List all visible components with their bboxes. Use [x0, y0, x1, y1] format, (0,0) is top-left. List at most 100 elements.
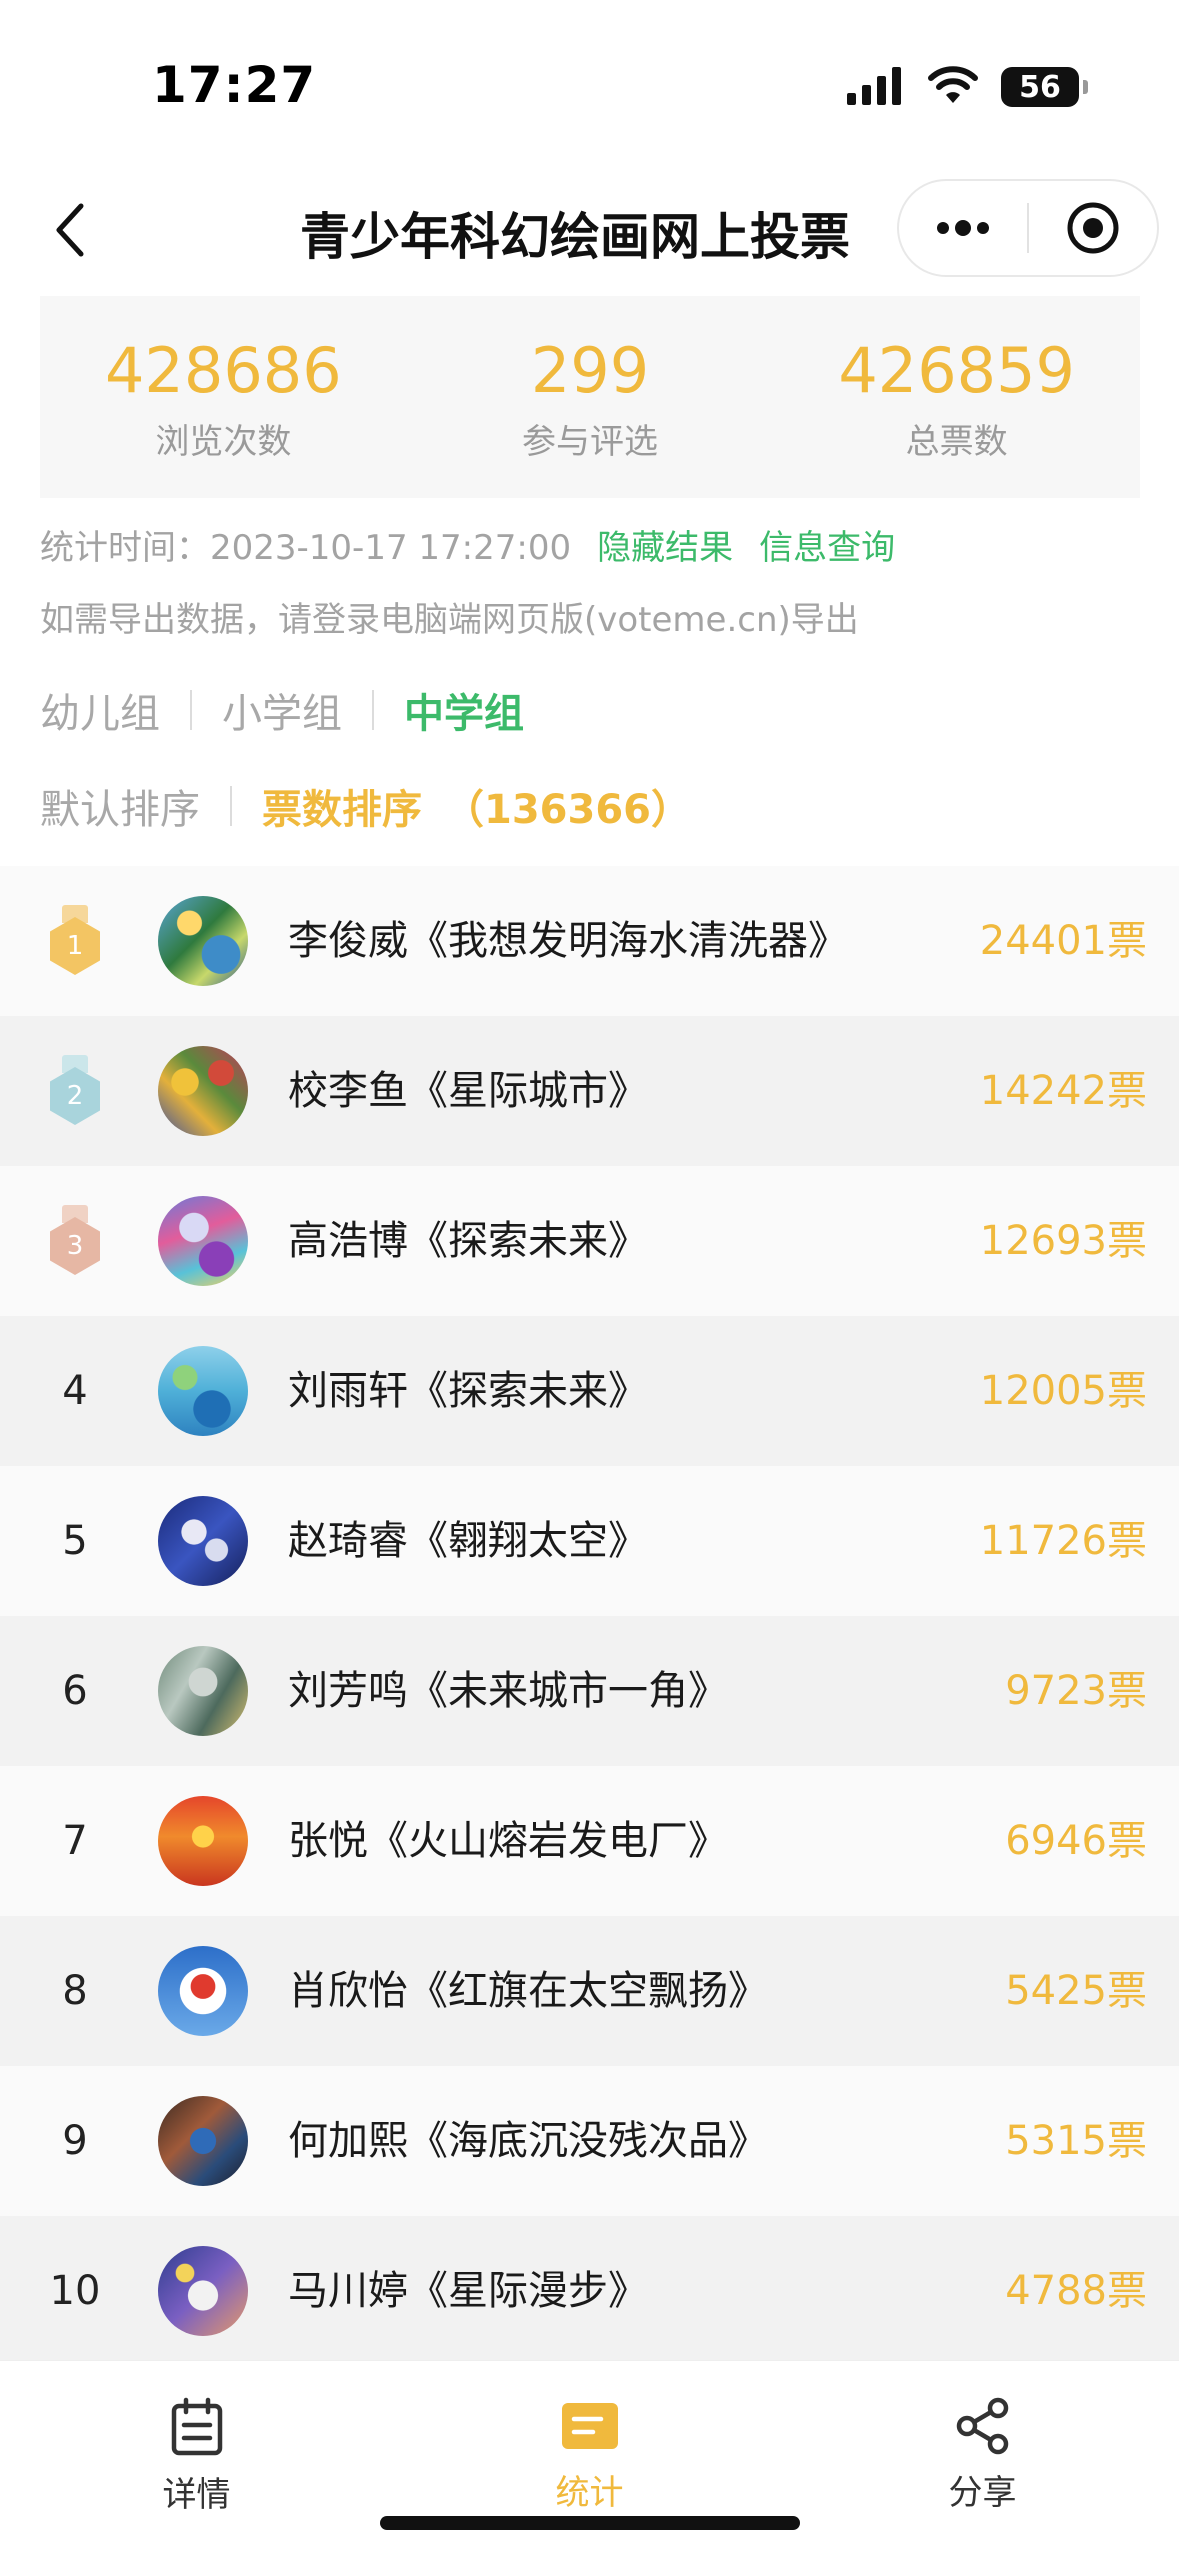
back-button[interactable]	[36, 195, 106, 265]
artwork-thumbnail	[158, 1046, 248, 1136]
stats-icon	[561, 2403, 618, 2449]
artwork-thumbnail	[158, 1346, 248, 1436]
info-query-link[interactable]: 信息查询	[759, 528, 895, 568]
tab-divider	[372, 690, 374, 730]
rank-number: 8	[62, 1968, 88, 2014]
status-icons: 56	[845, 62, 1088, 112]
wifi-icon	[927, 65, 979, 109]
vote-count: 6946票	[1005, 1818, 1147, 1864]
tab-label: 统计	[555, 2473, 624, 2513]
stat-time-line: 统计时间：2023-10-17 17:27:00 隐藏结果 信息查询	[40, 520, 895, 569]
close-miniprogram-button[interactable]	[1029, 181, 1157, 275]
entry-title: 刘雨轩《探索未来》	[288, 1368, 648, 1414]
gold-medal-icon: 1	[50, 905, 100, 977]
share-icon	[956, 2397, 1008, 2455]
rank-number: 5	[62, 1518, 88, 1564]
entry-title: 刘芳鸣《未来城市一角》	[288, 1668, 728, 1714]
list-item[interactable]: 3 高浩博《探索未来》 12693票	[0, 1166, 1179, 1316]
tab-middle-school[interactable]: 中学组	[404, 681, 524, 739]
entry-title: 校李鱼《星际城市》	[288, 1068, 648, 1114]
list-item[interactable]: 9 何加熙《海底沉没残次品》 5315票	[0, 2066, 1179, 2216]
vote-count: 14242票	[979, 1068, 1147, 1114]
vote-count: 5425票	[1005, 1968, 1147, 2014]
artwork-thumbnail	[158, 1946, 248, 2036]
battery-icon: 56	[1001, 67, 1088, 107]
vote-count: 12693票	[979, 1218, 1147, 1264]
tab-share[interactable]: 分享	[786, 2361, 1179, 2556]
silver-medal-icon: 2	[50, 1055, 100, 1127]
list-item[interactable]: 1 李俊威《我想发明海水清洗器》 24401票	[0, 866, 1179, 1016]
rank-number: 4	[62, 1368, 88, 1414]
artwork-thumbnail	[158, 1496, 248, 1586]
list-item[interactable]: 8 肖欣怡《红旗在太空飘扬》 5425票	[0, 1916, 1179, 2066]
status-bar: 17:27 56	[0, 0, 1179, 170]
export-note: 如需导出数据，请登录电脑端网页版(voteme.cn)导出	[40, 600, 859, 640]
list-item[interactable]: 2 校李鱼《星际城市》 14242票	[0, 1016, 1179, 1166]
vote-count: 11726票	[979, 1518, 1147, 1564]
mini-program-capsule	[897, 179, 1159, 277]
stat-value: 426859	[838, 333, 1076, 407]
hide-results-link[interactable]: 隐藏结果	[597, 528, 733, 568]
entry-title: 马川婷《星际漫步》	[288, 2268, 648, 2314]
stat-label: 参与评选	[522, 421, 658, 462]
stat-label: 浏览次数	[155, 421, 292, 462]
stat-time-text: 统计时间：2023-10-17 17:27:00	[40, 528, 572, 568]
calendar-icon	[171, 2397, 222, 2456]
ranking-list: 1 李俊威《我想发明海水清洗器》 24401票 2 校李鱼《星际城市》 1424…	[0, 866, 1179, 2366]
sort-by-votes[interactable]: 票数排序	[262, 777, 422, 835]
list-item[interactable]: 7 张悦《火山熔岩发电厂》 6946票	[0, 1766, 1179, 1916]
tab-label: 分享	[948, 2473, 1017, 2513]
stat-total-votes: 426859 总票数	[773, 296, 1140, 498]
group-tabs: 幼儿组 小学组 中学组	[40, 680, 524, 740]
bronze-medal-icon: 3	[50, 1205, 100, 1277]
entry-title: 李俊威《我想发明海水清洗器》	[288, 918, 848, 964]
list-item[interactable]: 10 马川婷《星际漫步》 4788票	[0, 2216, 1179, 2366]
stats-summary: 428686 浏览次数 299 参与评选 426859 总票数	[40, 296, 1140, 498]
artwork-thumbnail	[158, 2096, 248, 2186]
signal-icon	[845, 65, 905, 109]
rank-badge: 1	[30, 866, 120, 1016]
more-button[interactable]	[899, 181, 1027, 275]
tab-label: 详情	[162, 2475, 231, 2515]
vote-count: 12005票	[979, 1368, 1147, 1414]
tab-details[interactable]: 详情	[0, 2361, 393, 2556]
artwork-thumbnail	[158, 1646, 248, 1736]
vote-count: 24401票	[979, 918, 1147, 964]
artwork-thumbnail	[158, 896, 248, 986]
tab-divider	[230, 786, 232, 826]
page-title: 青少年科幻绘画网上投票	[300, 208, 850, 266]
rank-badge: 2	[30, 1016, 120, 1166]
list-item[interactable]: 6 刘芳鸣《未来城市一角》 9723票	[0, 1616, 1179, 1766]
rank-number: 9	[62, 2118, 88, 2164]
rank-badge: 3	[30, 1166, 120, 1316]
entry-title: 赵琦睿《翱翔太空》	[288, 1518, 648, 1564]
stat-views: 428686 浏览次数	[40, 296, 407, 498]
chevron-left-icon	[56, 203, 84, 257]
sort-tabs: 默认排序 票数排序 （136366）	[40, 776, 691, 836]
vote-count: 5315票	[1005, 2118, 1147, 2164]
tab-divider	[190, 690, 192, 730]
artwork-thumbnail	[158, 1796, 248, 1886]
list-item[interactable]: 5 赵琦睿《翱翔太空》 11726票	[0, 1466, 1179, 1616]
sort-default[interactable]: 默认排序	[40, 777, 200, 835]
stat-label: 总票数	[905, 421, 1008, 462]
more-dots-icon	[937, 220, 989, 236]
status-time: 17:27	[152, 56, 317, 114]
artwork-thumbnail	[158, 1196, 248, 1286]
stat-participants: 299 参与评选	[407, 296, 774, 498]
rank-number: 6	[62, 1668, 88, 1714]
stat-value: 299	[530, 333, 650, 407]
entry-title: 何加熙《海底沉没残次品》	[288, 2118, 768, 2164]
target-close-icon	[1067, 202, 1119, 254]
tab-kindergarten[interactable]: 幼儿组	[40, 681, 160, 739]
rank-number: 10	[49, 2268, 101, 2314]
tab-primary[interactable]: 小学组	[222, 681, 342, 739]
entry-title: 肖欣怡《红旗在太空飘扬》	[288, 1968, 768, 2014]
entry-title: 张悦《火山熔岩发电厂》	[288, 1818, 728, 1864]
entry-title: 高浩博《探索未来》	[288, 1218, 648, 1264]
list-item[interactable]: 4 刘雨轩《探索未来》 12005票	[0, 1316, 1179, 1466]
rank-number: 7	[62, 1818, 88, 1864]
nav-bar: 青少年科幻绘画网上投票	[0, 175, 1179, 285]
vote-count: 9723票	[1005, 1668, 1147, 1714]
home-indicator	[380, 2516, 800, 2530]
